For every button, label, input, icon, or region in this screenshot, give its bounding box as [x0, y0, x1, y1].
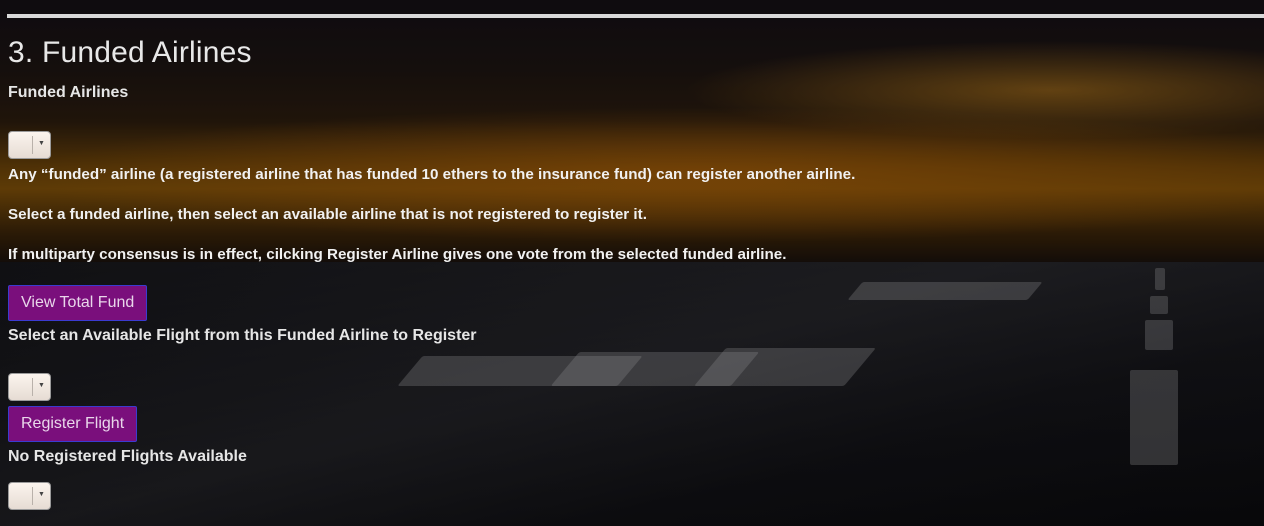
- chevron-down-icon: ▼: [38, 491, 45, 498]
- available-flight-label: Select an Available Flight from this Fun…: [8, 327, 477, 344]
- view-total-fund-button[interactable]: View Total Fund: [8, 285, 148, 321]
- select-divider: [32, 487, 33, 505]
- chevron-down-icon: ▼: [38, 140, 45, 147]
- registered-flights-select[interactable]: ▼: [8, 482, 51, 510]
- funded-airlines-label: Funded Airlines: [8, 84, 129, 101]
- select-divider: [32, 378, 33, 396]
- select-divider: [32, 136, 33, 154]
- info-text-consensus: If multiparty consensus is in effect, ci…: [8, 246, 787, 263]
- info-text-select: Select a funded airline, then select an …: [8, 206, 647, 223]
- funded-airlines-section: 3. Funded Airlines Funded Airlines ▼ Any…: [0, 0, 1264, 526]
- available-flight-select[interactable]: ▼: [8, 373, 51, 401]
- chevron-down-icon: ▼: [38, 382, 45, 389]
- info-text-funded: Any “funded” airline (a registered airli…: [8, 166, 856, 183]
- funded-airline-select[interactable]: ▼: [8, 131, 51, 159]
- page-title: 3. Funded Airlines: [8, 36, 252, 69]
- register-flight-button[interactable]: Register Flight: [8, 406, 138, 442]
- registered-flights-label: No Registered Flights Available: [8, 448, 247, 465]
